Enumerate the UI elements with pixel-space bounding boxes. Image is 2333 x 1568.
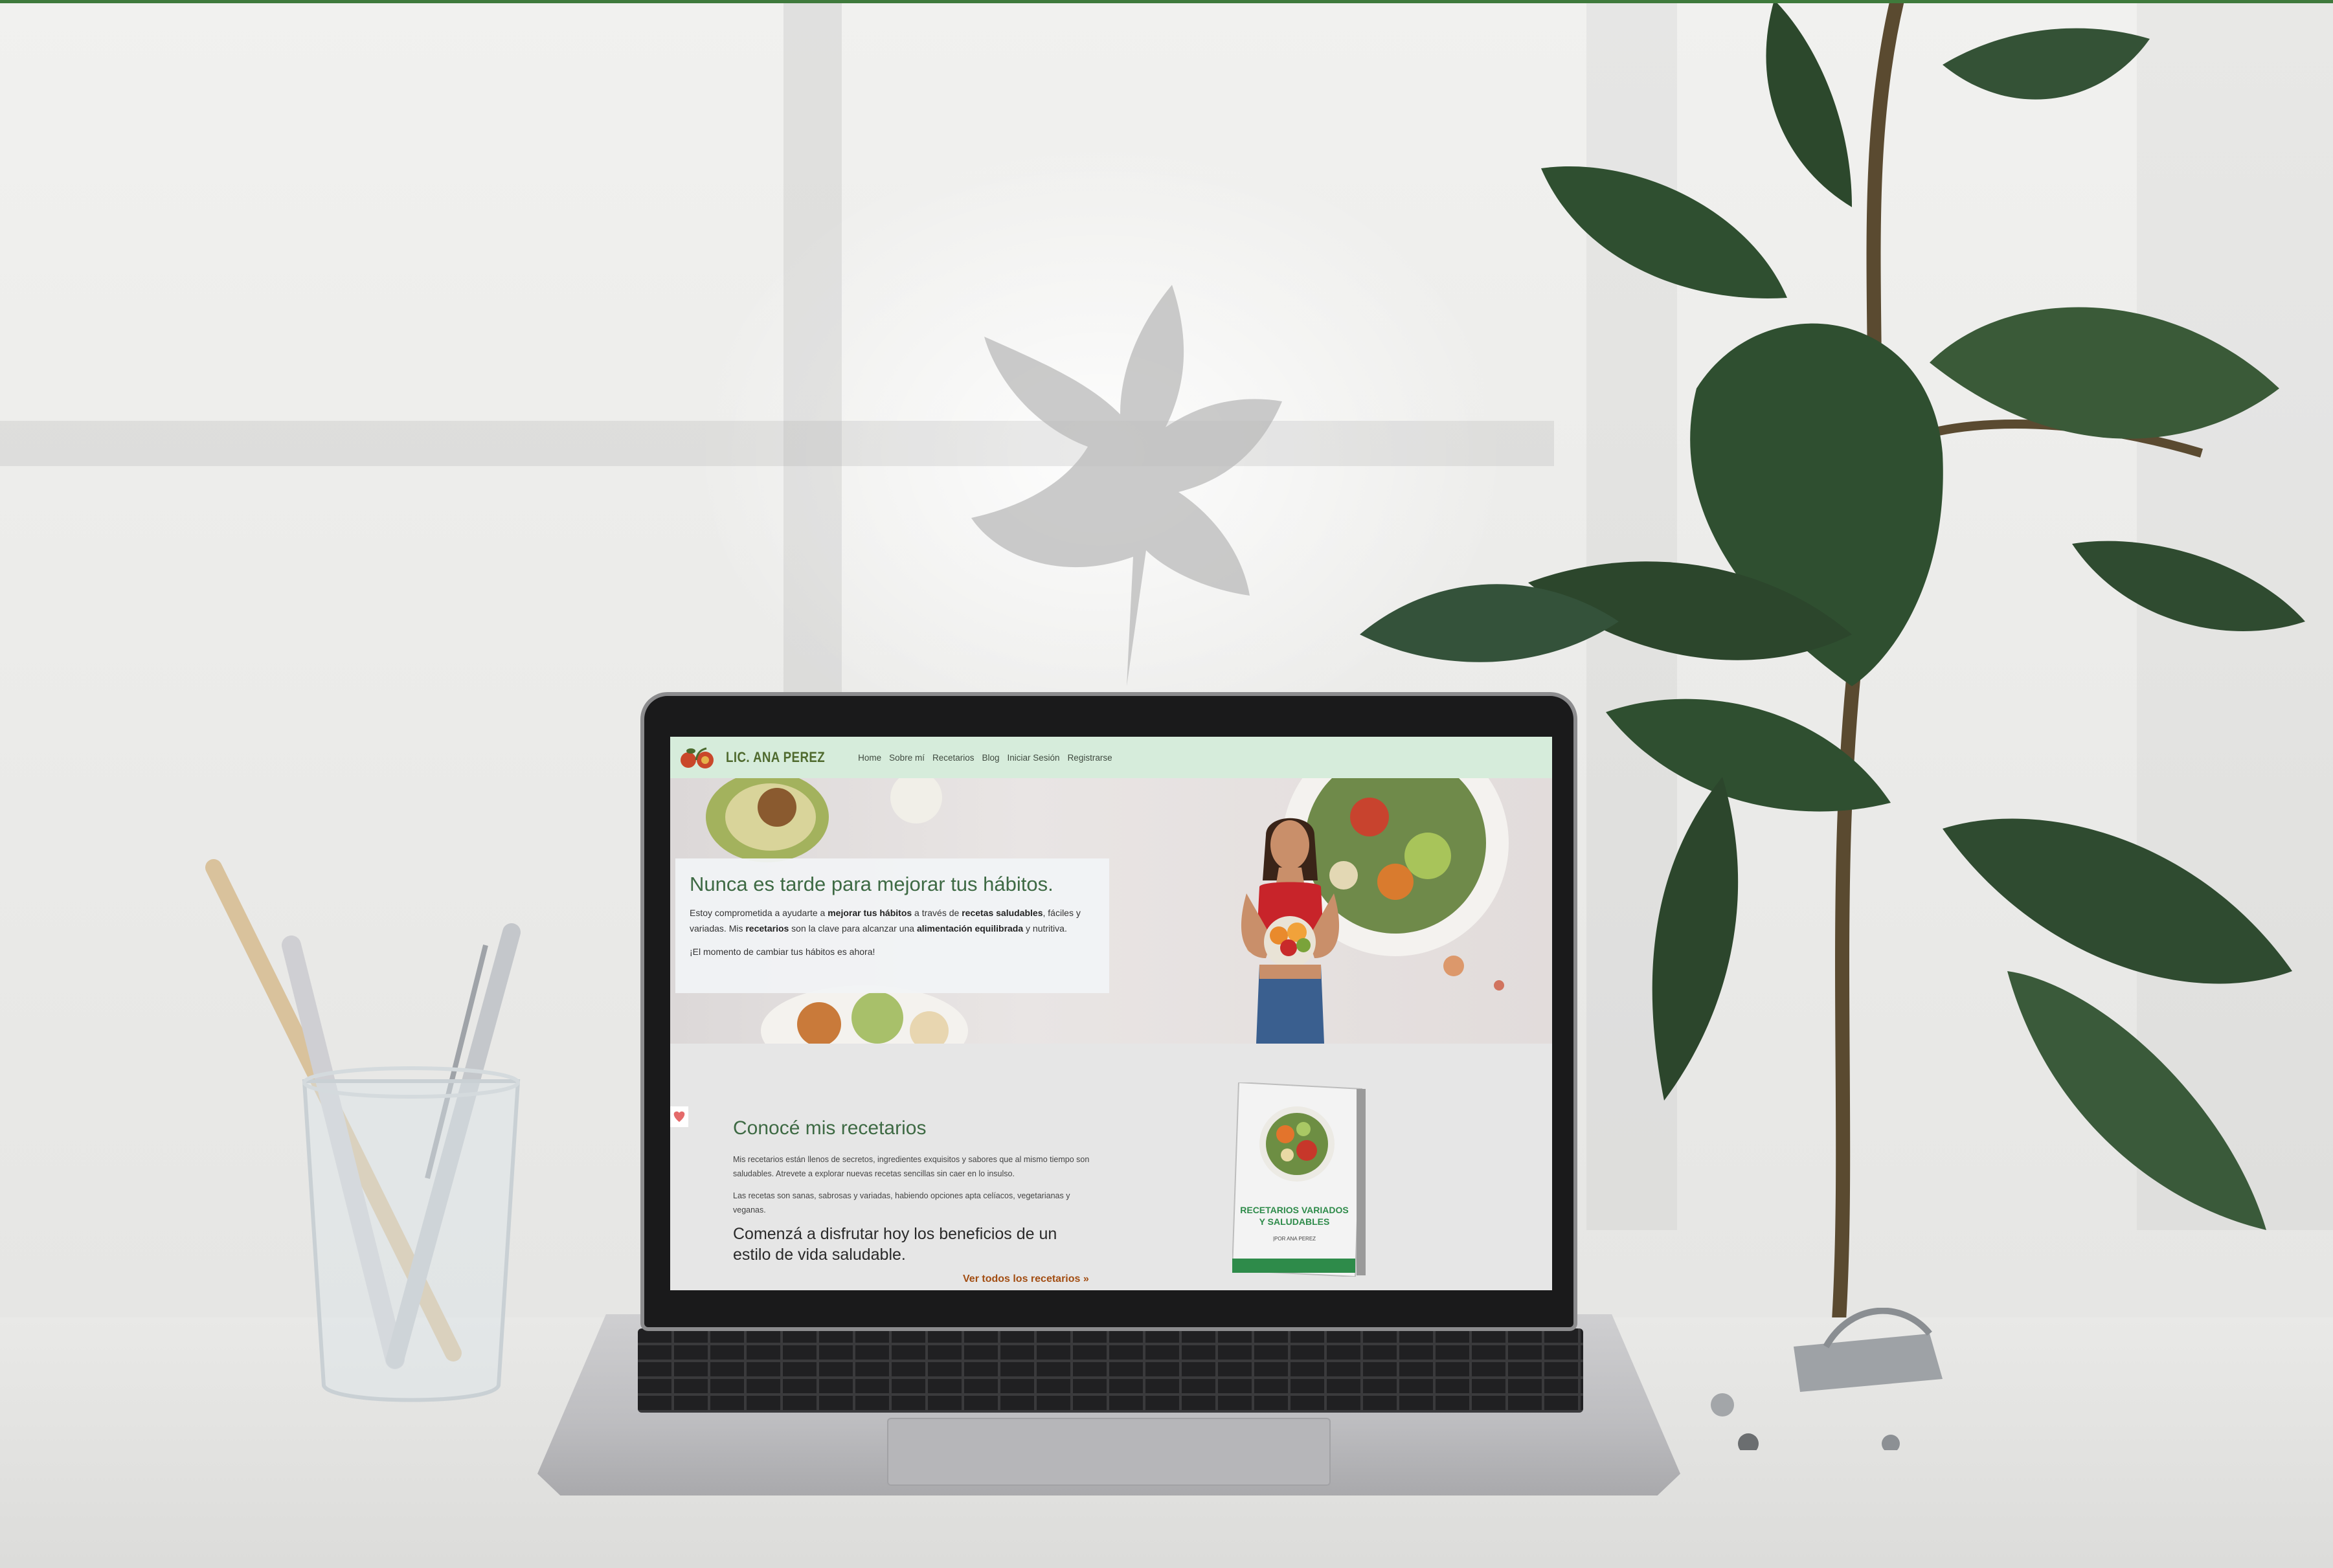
recetarios-paragraph-2: Las recetas son sanas, sabrosas y variad… xyxy=(733,1191,1070,1215)
recetarios-paragraph-1: Mis recetarios están llenos de secretos,… xyxy=(733,1155,1090,1178)
window-shadow-horizontal xyxy=(0,421,1554,466)
leaf-shadow-image xyxy=(971,285,1282,686)
recetarios-title: Conocé mis recetarios xyxy=(733,1117,927,1139)
laptop-trackpad xyxy=(887,1418,1331,1486)
nav-link-registrarse[interactable]: Registrarse xyxy=(1068,753,1112,763)
nutritionist-photo xyxy=(1241,818,1340,1044)
hero-section: Nunca es tarde para mejorar tus hábitos.… xyxy=(670,778,1552,1044)
hero-cta-text: ¡El momento de cambiar tus hábitos es ah… xyxy=(690,946,875,957)
nav-link-home[interactable]: Home xyxy=(858,753,881,763)
nav-link-iniciar-sesion[interactable]: Iniciar Sesión xyxy=(1008,753,1060,763)
logo-text[interactable]: LIC. ANA PEREZ xyxy=(726,749,825,766)
book-title-line2: Y SALUDABLES xyxy=(1259,1216,1330,1227)
recetario-book-cover[interactable]: RECETARIOS VARIADOS Y SALUDABLES |POR AN… xyxy=(1232,1082,1368,1277)
site-navbar: LIC. ANA PEREZ Home Sobre mí Recetarios … xyxy=(670,737,1552,778)
logo-icon xyxy=(681,747,714,768)
hero-paragraph: Estoy comprometida a ayudarte a mejorar … xyxy=(690,908,1081,934)
pen-cup-image xyxy=(205,859,521,1402)
laptop-keyboard xyxy=(638,1328,1583,1413)
nav-link-blog[interactable]: Blog xyxy=(982,753,999,763)
laptop-screen-website: LIC. ANA PEREZ Home Sobre mí Recetarios … xyxy=(670,737,1552,1290)
nav-link-recetarios[interactable]: Recetarios xyxy=(932,753,975,763)
hero-text-card: Nunca es tarde para mejorar tus hábitos.… xyxy=(675,858,1109,993)
nav-link-sobre-mi[interactable]: Sobre mí xyxy=(889,753,925,763)
top-border xyxy=(0,0,2333,3)
recetarios-section: Conocé mis recetarios Mis recetarios est… xyxy=(670,1044,1552,1290)
hero-title: Nunca es tarde para mejorar tus hábitos. xyxy=(690,873,1054,895)
book-author: |POR ANA PEREZ xyxy=(1273,1236,1316,1242)
recetarios-subtitle: Comenzá a disfrutar hoy los beneficios d… xyxy=(733,1225,1057,1264)
binder-clip-image xyxy=(1711,1308,1943,1450)
book-title-line1: RECETARIOS VARIADOS xyxy=(1240,1205,1349,1215)
ver-recetarios-link[interactable]: Ver todos los recetarios » xyxy=(963,1273,1089,1285)
heart-icon xyxy=(670,1106,688,1127)
